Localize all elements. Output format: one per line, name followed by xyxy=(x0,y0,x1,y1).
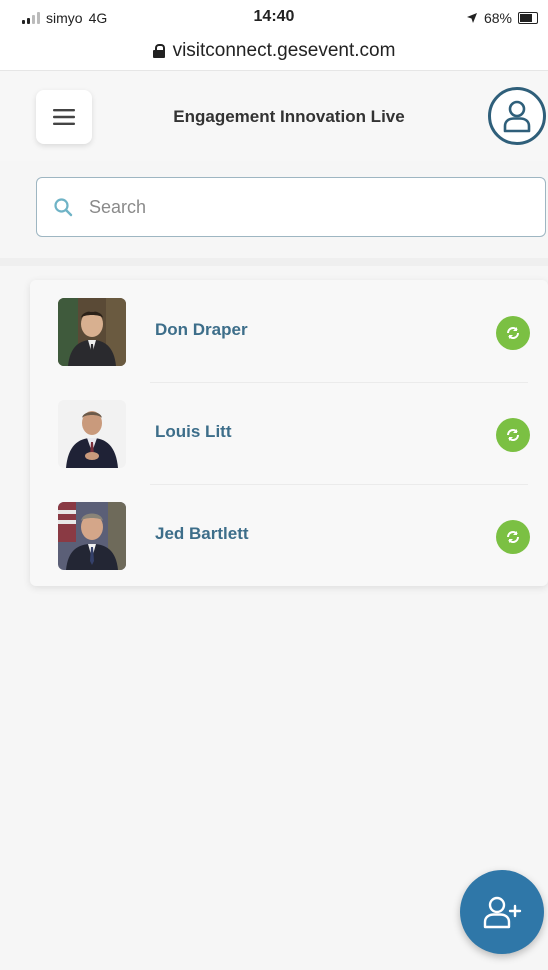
status-right: 68% xyxy=(466,10,538,26)
user-profile-icon xyxy=(503,100,531,133)
contact-row[interactable]: Don Draper xyxy=(30,280,548,382)
section-divider xyxy=(0,258,548,266)
app-header: Engagement Innovation Live xyxy=(0,71,548,161)
address-bar[interactable]: visitconnect.gesevent.com xyxy=(0,32,548,71)
search-bar[interactable] xyxy=(36,177,546,237)
search-icon xyxy=(53,197,73,217)
sync-status-badge[interactable] xyxy=(496,418,530,452)
sync-icon xyxy=(507,531,519,543)
contacts-list: Don Draper Louis Litt Jed Bartlett xyxy=(30,280,548,586)
contact-row[interactable]: Louis Litt xyxy=(30,382,548,484)
sync-status-badge[interactable] xyxy=(496,520,530,554)
contact-name: Louis Litt xyxy=(155,422,232,441)
sync-icon xyxy=(507,327,519,339)
url-text: visitconnect.gesevent.com xyxy=(172,40,396,61)
battery-percentage: 68% xyxy=(483,10,512,26)
sync-status-badge[interactable] xyxy=(496,316,530,350)
avatar xyxy=(58,400,126,468)
search-input[interactable] xyxy=(87,195,511,219)
avatar xyxy=(58,502,126,570)
add-user-icon xyxy=(483,896,522,929)
sync-icon xyxy=(507,429,519,441)
add-user-button[interactable] xyxy=(460,870,544,954)
contact-row[interactable]: Jed Bartlett xyxy=(30,484,548,586)
avatar xyxy=(58,298,126,366)
profile-button[interactable] xyxy=(488,87,546,145)
battery-icon xyxy=(518,12,538,24)
contact-name: Don Draper xyxy=(155,320,248,339)
hamburger-menu-icon xyxy=(53,109,75,125)
lock-icon xyxy=(152,44,165,58)
contact-name: Jed Bartlett xyxy=(155,524,249,543)
page-title: Engagement Innovation Live xyxy=(173,107,405,126)
menu-button[interactable] xyxy=(36,90,92,144)
location-arrow-icon xyxy=(466,13,477,23)
